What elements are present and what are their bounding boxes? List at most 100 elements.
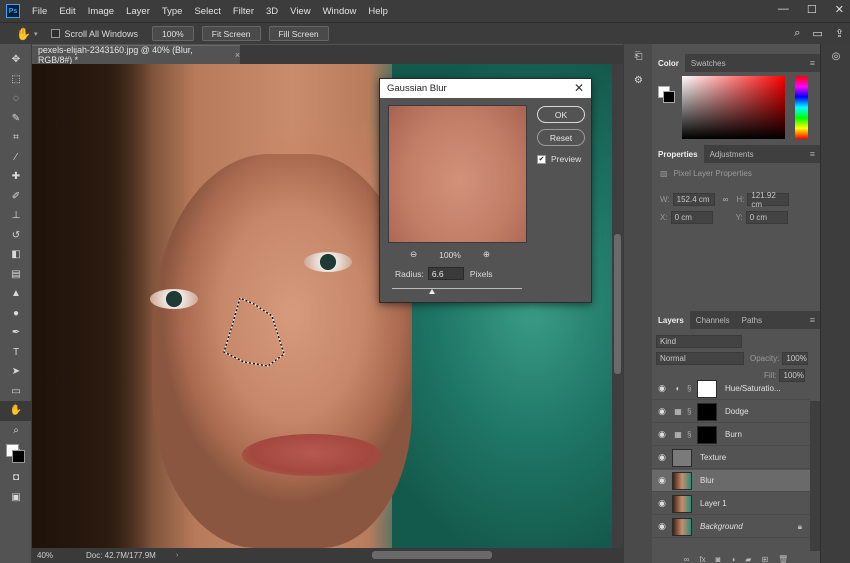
- mask-link-icon[interactable]: §: [687, 430, 695, 439]
- add-mask-icon[interactable]: ◙: [716, 555, 721, 563]
- blend-mode-select[interactable]: Normal: [656, 352, 744, 365]
- visibility-eye-icon[interactable]: ◉: [652, 498, 672, 509]
- tab-swatches[interactable]: Swatches: [685, 54, 732, 72]
- layer-mask-thumbnail[interactable]: [697, 402, 717, 421]
- radius-slider-thumb[interactable]: [429, 289, 435, 294]
- new-adjustment-icon[interactable]: ◑: [730, 555, 735, 563]
- search-icon[interactable]: ⌕: [794, 27, 800, 40]
- layer-name[interactable]: Layer 1: [700, 499, 727, 508]
- ok-button[interactable]: OK: [537, 106, 585, 123]
- width-field[interactable]: 152.4 cm: [672, 193, 715, 206]
- visibility-eye-icon[interactable]: ◉: [652, 429, 672, 440]
- background-color-swatch[interactable]: [12, 450, 25, 463]
- visibility-eye-icon[interactable]: ◉: [652, 452, 672, 463]
- hand-tool-active-icon[interactable]: ✋: [0, 401, 32, 421]
- clone-stamp-tool-icon[interactable]: ⊥: [0, 206, 32, 226]
- layer-row-dodge[interactable]: ◉ ▦ § Dodge: [652, 401, 810, 423]
- tab-channels[interactable]: Channels: [690, 311, 736, 329]
- fill-screen-button[interactable]: Fill Screen: [268, 26, 329, 41]
- canvas-horizontal-scroll-thumb[interactable]: [372, 551, 492, 559]
- visibility-eye-icon[interactable]: ◉: [652, 406, 672, 417]
- menu-select[interactable]: Select: [188, 6, 226, 17]
- layer-mask-thumbnail[interactable]: [697, 425, 717, 444]
- canvas-vertical-scroll-thumb[interactable]: [614, 234, 621, 374]
- mask-link-icon[interactable]: §: [687, 384, 695, 393]
- layer-thumbnail[interactable]: [672, 448, 692, 467]
- adjust-panel-icon[interactable]: ⚙: [624, 68, 653, 92]
- layer-row-texture[interactable]: ◉ Texture: [652, 447, 810, 469]
- status-menu-caret-icon[interactable]: ›: [176, 552, 178, 559]
- blur-preview-window[interactable]: [388, 105, 527, 243]
- properties-panel-menu-icon[interactable]: ≡: [810, 149, 815, 159]
- zoom-100-button[interactable]: 100%: [152, 26, 194, 41]
- marquee-tool-icon[interactable]: ⬚: [0, 70, 32, 90]
- tool-preset-caret-icon[interactable]: ▾: [34, 30, 38, 38]
- rectangle-tool-icon[interactable]: ▭: [0, 382, 32, 402]
- lasso-tool-icon[interactable]: ◌: [0, 89, 32, 109]
- fit-screen-button[interactable]: Fit Screen: [201, 26, 261, 41]
- layer-filter-kind[interactable]: Kind: [656, 335, 742, 348]
- tab-color[interactable]: Color: [652, 54, 685, 72]
- pen-tool-icon[interactable]: ✒: [0, 323, 32, 343]
- x-field[interactable]: 0 cm: [670, 211, 713, 224]
- height-field[interactable]: 121.92 cm: [747, 191, 790, 209]
- layer-thumbnail[interactable]: [672, 494, 692, 513]
- marching-ants-selection[interactable]: [222, 296, 292, 368]
- status-zoom-level[interactable]: 40%: [32, 551, 72, 560]
- layer-row-hue-saturation[interactable]: ◉ ◐ § Hue/Saturatio...: [652, 378, 810, 400]
- new-layer-icon[interactable]: ⊞: [761, 555, 768, 563]
- quick-selection-tool-icon[interactable]: ✎: [0, 109, 32, 129]
- menu-filter[interactable]: Filter: [227, 6, 260, 17]
- healing-brush-tool-icon[interactable]: ✚: [0, 167, 32, 187]
- preview-option[interactable]: ✔ Preview: [537, 154, 581, 164]
- workspace-icon[interactable]: ▭: [812, 27, 822, 40]
- layer-name[interactable]: Background: [700, 522, 743, 531]
- dialog-title-bar[interactable]: Gaussian Blur ✕: [380, 79, 591, 98]
- radius-slider-track[interactable]: [392, 288, 522, 289]
- path-selection-tool-icon[interactable]: ➤: [0, 362, 32, 382]
- layer-name[interactable]: Dodge: [725, 407, 749, 416]
- document-tab[interactable]: pexels-elijah-2343160.jpg @ 40% (Blur, R…: [32, 45, 240, 65]
- menu-3d[interactable]: 3D: [260, 6, 284, 17]
- layer-row-burn[interactable]: ◉ ▦ § Burn: [652, 424, 810, 446]
- zoom-tool-icon[interactable]: ⌕: [0, 421, 32, 441]
- menu-layer[interactable]: Layer: [120, 6, 156, 17]
- layer-name[interactable]: Texture: [700, 453, 726, 462]
- delete-layer-icon[interactable]: 🗑︎: [778, 555, 788, 563]
- menu-type[interactable]: Type: [156, 6, 189, 17]
- close-window-button[interactable]: ✕: [835, 3, 844, 16]
- layer-name[interactable]: Hue/Saturatio...: [725, 384, 781, 393]
- libraries-icon[interactable]: ◎: [821, 44, 850, 68]
- scroll-all-windows-checkbox[interactable]: [51, 29, 61, 38]
- fx-icon[interactable]: fx: [699, 555, 705, 563]
- layer-name[interactable]: Blur: [700, 476, 714, 485]
- visibility-eye-icon[interactable]: ◉: [652, 521, 672, 532]
- lock-icon[interactable]: 🔒︎: [798, 522, 802, 532]
- dodge-tool-icon[interactable]: ●: [0, 304, 32, 324]
- visibility-eye-icon[interactable]: ◉: [652, 475, 672, 486]
- hue-slider[interactable]: [795, 76, 808, 139]
- new-group-icon[interactable]: ▰: [745, 555, 751, 563]
- reset-button[interactable]: Reset: [537, 129, 585, 146]
- link-layers-icon[interactable]: ∞: [684, 555, 690, 563]
- preview-checkbox[interactable]: ✔: [537, 154, 546, 164]
- history-panel-icon[interactable]: ⎗: [624, 44, 653, 68]
- tab-layers[interactable]: Layers: [652, 311, 690, 329]
- quick-mask-icon[interactable]: ◘: [0, 468, 32, 488]
- layer-thumbnail[interactable]: [672, 517, 692, 536]
- y-field[interactable]: 0 cm: [745, 211, 788, 224]
- minimize-button[interactable]: —: [778, 3, 789, 16]
- tab-paths[interactable]: Paths: [736, 311, 768, 329]
- color-panel-menu-icon[interactable]: ≡: [810, 58, 815, 68]
- link-dimensions-icon[interactable]: ∞: [723, 195, 729, 204]
- tab-adjustments[interactable]: Adjustments: [704, 145, 760, 163]
- layer-mask-thumbnail[interactable]: [697, 379, 717, 398]
- opacity-field[interactable]: 100%: [782, 352, 809, 365]
- close-tab-icon[interactable]: ×: [235, 50, 240, 60]
- share-icon[interactable]: ⇪: [835, 27, 844, 40]
- menu-window[interactable]: Window: [317, 6, 363, 17]
- eyedropper-tool-icon[interactable]: ⁄: [0, 148, 32, 168]
- screen-mode-icon[interactable]: ▣: [0, 488, 32, 508]
- menu-image[interactable]: Image: [82, 6, 120, 17]
- brush-tool-icon[interactable]: ✐: [0, 187, 32, 207]
